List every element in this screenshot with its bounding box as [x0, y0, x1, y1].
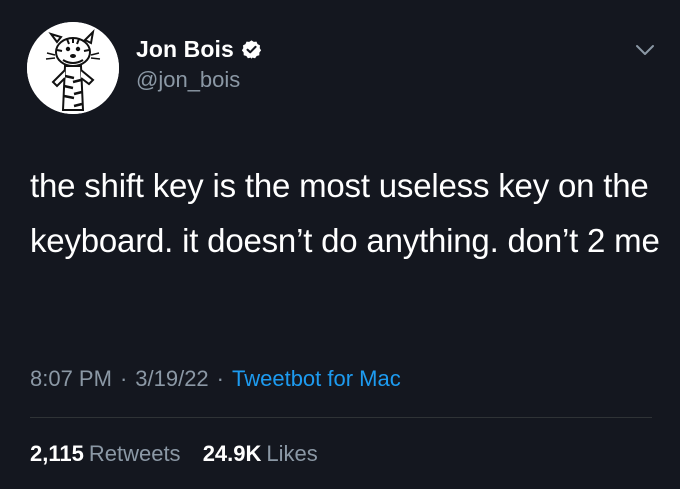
tweet-source-link[interactable]: Tweetbot for Mac — [232, 366, 401, 391]
chevron-down-icon[interactable] — [633, 38, 657, 62]
tweet-stats: 2,115 Retweets 24.9K Likes — [30, 441, 318, 467]
author-handle[interactable]: @jon_bois — [136, 67, 262, 93]
retweets-count: 2,115 — [30, 441, 84, 466]
tweet-card: Jon Bois @jon_bois the shift key is the … — [0, 0, 680, 489]
retweets-stat[interactable]: 2,115 Retweets — [30, 441, 181, 466]
verified-badge-icon — [241, 39, 262, 60]
retweets-label: Retweets — [88, 441, 181, 466]
likes-count: 24.9K — [202, 441, 262, 466]
meta-separator: · — [119, 366, 128, 391]
display-name-row: Jon Bois — [136, 34, 262, 64]
cartoon-tiger-avatar-icon — [27, 22, 119, 114]
tweet-text: the shift key is the most useless key on… — [30, 167, 660, 259]
avatar[interactable] — [27, 22, 119, 114]
display-name[interactable]: Jon Bois — [136, 36, 234, 63]
likes-label: Likes — [266, 441, 318, 466]
likes-stat[interactable]: 24.9K Likes — [203, 441, 318, 466]
divider — [30, 417, 652, 418]
tweet-meta: 8:07 PM · 3/19/22 · Tweetbot for Mac — [30, 366, 401, 392]
tweet-time: 8:07 PM — [30, 366, 112, 391]
meta-separator: · — [216, 366, 224, 391]
tweet-date: 3/19/22 — [135, 366, 209, 391]
author-names: Jon Bois @jon_bois — [136, 34, 262, 93]
tweet-header: Jon Bois @jon_bois — [27, 22, 667, 114]
